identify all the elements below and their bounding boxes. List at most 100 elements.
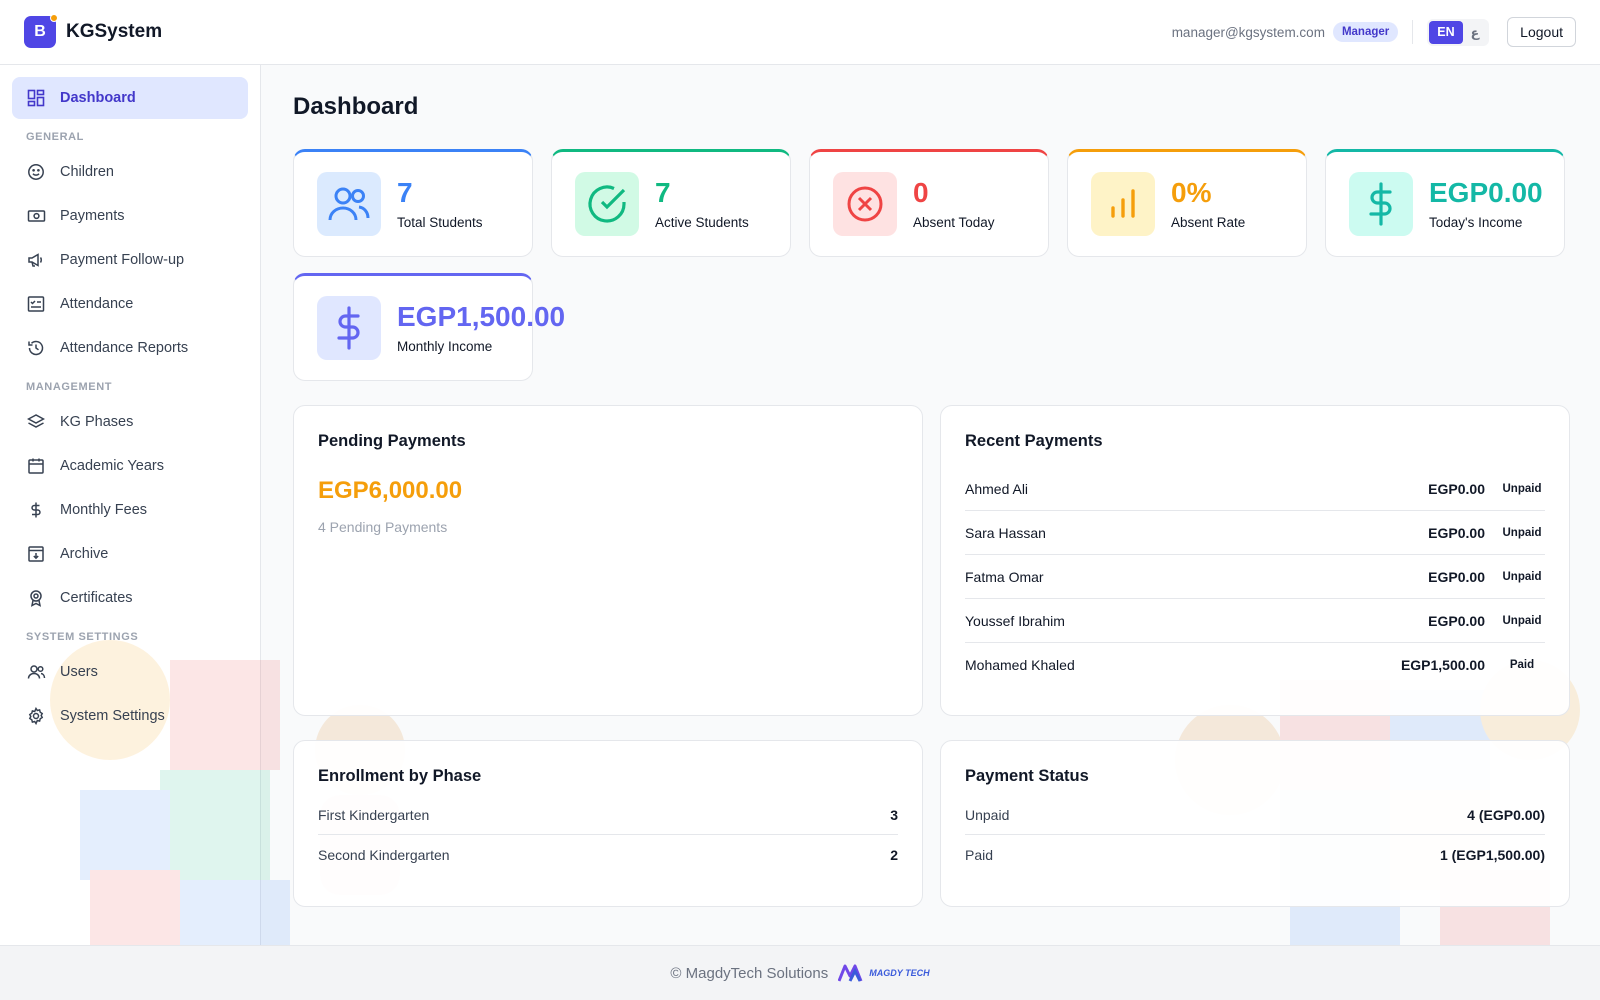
status-badge: Unpaid xyxy=(1502,526,1542,539)
lang-ar-button[interactable]: ع xyxy=(1463,21,1488,44)
panel-title: Enrollment by Phase xyxy=(318,767,482,785)
status-badge: Unpaid xyxy=(1502,570,1542,583)
sidebar-item-certificates[interactable]: Certificates xyxy=(12,577,248,619)
magdytech-logo[interactable]: MAGDY TECH xyxy=(838,964,930,982)
sidebar-item-label: Monthly Fees xyxy=(60,502,148,518)
payment-name: Fatma Omar xyxy=(965,568,1044,585)
sidebar-item-dashboard[interactable]: Dashboard xyxy=(12,77,248,119)
stat-text: 7 Active Students xyxy=(655,177,749,230)
user-email: manager@kgsystem.com xyxy=(1171,24,1325,40)
calendar-icon xyxy=(26,456,46,476)
stat-label: Absent Today xyxy=(913,214,995,230)
brand-logo-letter: B xyxy=(34,23,46,40)
award-icon xyxy=(26,588,46,608)
stat-value: EGP0.00 xyxy=(1429,177,1543,209)
table-row[interactable]: Youssef Ibrahim EGP0.00 Unpaid xyxy=(965,599,1545,643)
panel-title: Payment Status xyxy=(965,767,1089,785)
payment-status-panel: Payment Status Unpaid 4 (EGP0.00) Paid 1… xyxy=(940,740,1570,907)
sidebar-section-general: GENERAL xyxy=(26,131,84,143)
sidebar-item-users[interactable]: Users xyxy=(12,651,248,693)
panels-grid: Pending Payments EGP6,000.00 4 Pending P… xyxy=(293,405,1570,907)
payment-name: Ahmed Ali xyxy=(965,480,1029,497)
header-user-area: manager@kgsystem.com Manager EN ع Logout xyxy=(1172,17,1576,47)
stat-icon-box xyxy=(575,172,639,236)
users-icon xyxy=(26,662,46,682)
stat-card-monthly-income: EGP1,500.00 Monthly Income xyxy=(293,273,565,381)
stat-label: Today's Income xyxy=(1429,214,1523,230)
payment-name: Mohamed Khaled xyxy=(965,657,1075,673)
status-badge: Paid xyxy=(1509,659,1535,671)
sidebar-item-label: Attendance xyxy=(60,296,134,312)
table-row[interactable]: Mohamed Khaled EGP1,500.00 Paid xyxy=(965,643,1545,687)
sidebar-item-label: Payments xyxy=(60,208,125,224)
stat-text: 0% Absent Rate xyxy=(1171,177,1246,230)
footer-logo-text: MAGDY TECH xyxy=(869,968,930,978)
sidebar-item-kg-phases[interactable]: KG Phases xyxy=(12,401,248,443)
stat-value: EGP1,500.00 xyxy=(397,301,566,333)
cash-icon xyxy=(26,206,46,226)
stat-label: Absent Rate xyxy=(1171,214,1246,230)
sidebar: Dashboard GENERAL Children Payments Paym… xyxy=(0,65,261,945)
stat-card-total-students: 7 Total Students xyxy=(293,149,533,257)
stat-value: 7 xyxy=(655,177,671,209)
sidebar-item-label: Children xyxy=(60,164,114,180)
sidebar-item-label: Certificates xyxy=(60,590,133,606)
panel-title: Pending Payments xyxy=(318,432,466,450)
sidebar-item-label: Payment Follow-up xyxy=(60,252,185,268)
smile-icon xyxy=(26,162,46,182)
sidebar-item-monthly-fees[interactable]: Monthly Fees xyxy=(12,489,248,531)
status-badge: Unpaid xyxy=(1502,614,1542,627)
sidebar-item-archive[interactable]: Archive xyxy=(12,533,248,575)
stat-card-absent-today: 0 Absent Today xyxy=(809,149,1049,257)
stat-text: EGP1,500.00 Monthly Income xyxy=(397,301,566,354)
table-row[interactable]: Sara Hassan EGP0.00 Unpaid xyxy=(965,511,1545,555)
status-name: Paid xyxy=(965,846,994,863)
stat-label: Total Students xyxy=(397,214,483,230)
stat-card-active-students: 7 Active Students xyxy=(551,149,791,257)
sidebar-item-label: System Settings xyxy=(60,708,165,724)
recent-payments-panel: Recent Payments Ahmed Ali EGP0.00 Unpaid… xyxy=(940,405,1570,716)
payment-name: Sara Hassan xyxy=(965,524,1046,541)
status-name: Unpaid xyxy=(965,807,1010,823)
stat-icon-box xyxy=(1349,172,1413,236)
brand-name: KGSystem xyxy=(66,21,163,42)
brand[interactable]: B KGSystem xyxy=(24,14,163,48)
checklist-icon xyxy=(26,294,46,314)
sidebar-item-children[interactable]: Children xyxy=(12,151,248,193)
sidebar-item-payment-follow-up[interactable]: Payment Follow-up xyxy=(12,239,248,281)
sidebar-item-label: Academic Years xyxy=(60,458,164,474)
sidebar-item-payments[interactable]: Payments xyxy=(12,195,248,237)
stat-label: Active Students xyxy=(655,214,749,230)
logout-button[interactable]: Logout xyxy=(1507,17,1576,47)
phase-count: 3 xyxy=(890,807,898,823)
sidebar-item-academic-years[interactable]: Academic Years xyxy=(12,445,248,487)
payment-amount: EGP1,500.00 xyxy=(1400,657,1485,673)
stat-text: 0 Absent Today xyxy=(913,177,995,230)
sidebar-item-attendance[interactable]: Attendance xyxy=(12,283,248,325)
sidebar-item-system-settings[interactable]: System Settings xyxy=(12,695,248,737)
sidebar-item-attendance-reports[interactable]: Attendance Reports xyxy=(12,327,248,369)
lang-en-button[interactable]: EN xyxy=(1429,20,1463,44)
language-toggle: EN ع xyxy=(1427,18,1490,46)
table-row[interactable]: Fatma Omar EGP0.00 Unpaid xyxy=(965,555,1545,599)
copyright: © MagdyTech Solutions xyxy=(670,964,829,982)
enrollment-panel: Enrollment by Phase First Kindergarten 3… xyxy=(293,740,923,907)
magdytech-logo-icon xyxy=(838,964,863,982)
pending-payments-panel: Pending Payments EGP6,000.00 4 Pending P… xyxy=(293,405,923,716)
stat-icon-box xyxy=(317,172,381,236)
sidebar-item-label: Attendance Reports xyxy=(60,340,189,356)
stat-value: 0% xyxy=(1171,177,1212,209)
sidebar-section-management: MANAGEMENT xyxy=(26,381,113,393)
archive-icon xyxy=(26,544,46,564)
main-content: Dashboard 7 Total Students 7 Active Stud… xyxy=(262,65,1600,945)
stat-text: EGP0.00 Today's Income xyxy=(1429,177,1543,230)
divider xyxy=(1412,20,1414,44)
users-icon xyxy=(328,187,370,221)
table-row[interactable]: Ahmed Ali EGP0.00 Unpaid xyxy=(965,467,1545,511)
phase-name: First Kindergarten xyxy=(318,807,430,823)
list-item: First Kindergarten 3 xyxy=(318,796,898,835)
stat-value: 0 xyxy=(913,177,929,209)
dollar-icon xyxy=(26,500,46,520)
role-badge: Manager xyxy=(1332,22,1399,42)
sidebar-item-label: Archive xyxy=(60,546,109,562)
